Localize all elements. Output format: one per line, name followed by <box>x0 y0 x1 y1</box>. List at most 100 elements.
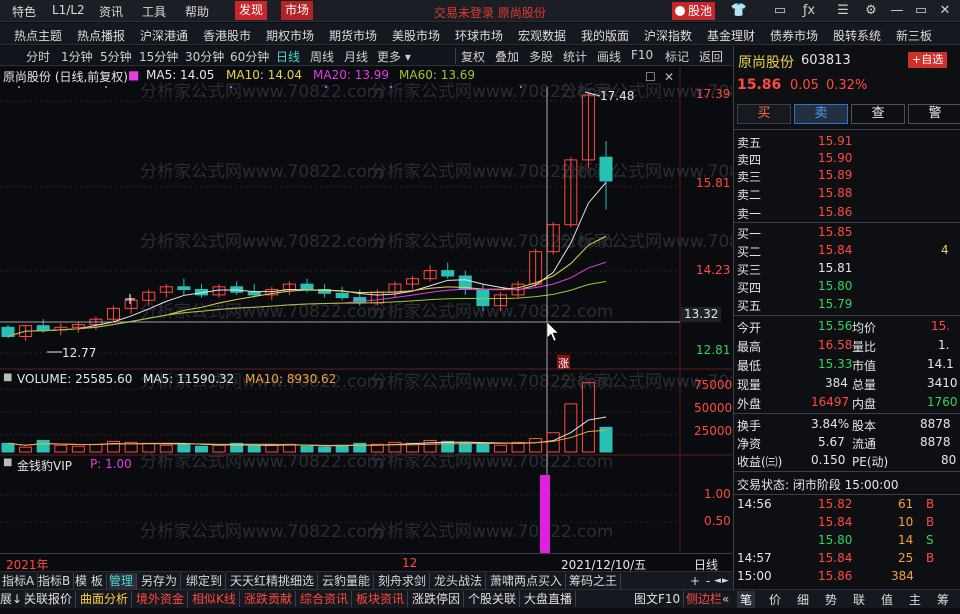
tab-侧边栏[interactable]: 侧边栏« <box>686 591 732 607</box>
zoom-out-button[interactable]: - <box>706 573 713 589</box>
tab-筹码之王[interactable]: 筹码之王 <box>569 573 622 589</box>
formula-icon[interactable]: ƒx <box>800 2 818 20</box>
tool-标记[interactable]: 标记 <box>665 48 689 65</box>
tab-指标B[interactable]: 指标B <box>38 573 75 589</box>
nav-我的版面[interactable]: 我的版面 <box>581 27 629 44</box>
kline-chart-area[interactable]: 分析家公式网www.70822.com 分析家公式网www.70822.com 分析… <box>0 67 732 553</box>
tab-指标A[interactable]: 指标A <box>2 573 39 589</box>
period-60min[interactable]: 60分钟 <box>230 48 269 65</box>
settings-icon[interactable]: ⚙ <box>862 2 880 20</box>
settings-small-icon[interactable]: ■ <box>128 68 139 82</box>
tab-涨跌停因[interactable]: 涨跌停因 <box>412 591 465 607</box>
nav-期货市场[interactable]: 期货市场 <box>329 27 377 44</box>
layout-icon[interactable]: ▭ <box>771 2 789 20</box>
period-周线[interactable]: 周线 <box>310 48 334 65</box>
menu-发现[interactable]: 发现 <box>235 1 268 20</box>
period-15min[interactable]: 15分钟 <box>139 48 178 65</box>
tab-综合资讯[interactable]: 综合资讯 <box>300 591 353 607</box>
period-30min[interactable]: 30分钟 <box>185 48 224 65</box>
nav-沪深港通[interactable]: 沪深港通 <box>140 27 188 44</box>
indicator-settings-icon[interactable]: ■ <box>3 457 12 471</box>
tab-龙头战法[interactable]: 龙头战法 <box>434 573 487 589</box>
tab-细[interactable]: 细 <box>797 591 809 608</box>
period-5min[interactable]: 5分钟 <box>100 48 132 65</box>
tool-多股[interactable]: 多股 <box>529 48 553 65</box>
close-icon[interactable]: ✕ <box>936 2 954 20</box>
alert-button[interactable]: 警 <box>908 104 960 124</box>
skin-icon[interactable]: 👕 <box>730 2 748 20</box>
nav-基金理财[interactable]: 基金理财 <box>707 27 755 44</box>
chart-expand-icon[interactable]: ☐ <box>645 70 656 84</box>
buy-button[interactable]: 买 <box>737 104 791 124</box>
sell-button[interactable]: 卖 <box>794 104 848 124</box>
menu-帮助[interactable]: 帮助 <box>185 3 209 20</box>
tab-涨跌贡献[interactable]: 涨跌贡献 <box>244 591 297 607</box>
period-1min[interactable]: 1分钟 <box>61 48 93 65</box>
tab-管理[interactable]: 管理 <box>109 573 138 589</box>
tab-曲面分析[interactable]: 曲面分析 <box>80 591 133 607</box>
nav-债券市场[interactable]: 债券市场 <box>770 27 818 44</box>
menu-l1-l2[interactable]: L1/L2 <box>52 3 85 17</box>
stock-pool-button[interactable]: 股池 <box>672 2 716 20</box>
minimize-icon[interactable]: — <box>888 2 906 20</box>
tool-统计[interactable]: 统计 <box>563 48 587 65</box>
menu-资讯[interactable]: 资讯 <box>99 3 123 20</box>
nav-热点主题[interactable]: 热点主题 <box>14 27 62 44</box>
tab-刻舟求剑[interactable]: 刻舟求剑 <box>378 573 431 589</box>
period-月线[interactable]: 月线 <box>344 48 368 65</box>
tool-返回[interactable]: 返回 <box>699 48 723 65</box>
add-watchlist-button[interactable]: +自选 <box>908 52 948 68</box>
query-button[interactable]: 查 <box>851 104 905 124</box>
tab-联[interactable]: 联 <box>853 591 865 608</box>
tab-价[interactable]: 价 <box>769 591 781 608</box>
tab-筹[interactable]: 筹 <box>937 591 949 608</box>
zoom-in-button[interactable]: + <box>690 573 703 589</box>
bid5-label: 买五 <box>737 299 762 313</box>
kline-svg[interactable]: 分析家公式网www.70822.com分析家公式网www.70822.com分析… <box>0 67 732 553</box>
nav-美股市场[interactable]: 美股市场 <box>392 27 440 44</box>
tab-板块资讯[interactable]: 板块资讯 <box>356 591 409 607</box>
nav-股转系统[interactable]: 股转系统 <box>833 27 881 44</box>
tab-萧啸两点买入[interactable]: 萧啸两点买入 <box>490 573 567 589</box>
tool-f10[interactable]: F10 <box>631 48 653 62</box>
nav-香港股市[interactable]: 香港股市 <box>203 27 251 44</box>
menu-市场[interactable]: 市场 <box>281 1 314 20</box>
tab-境外资金[interactable]: 境外资金 <box>136 591 189 607</box>
tool-复权[interactable]: 复权 <box>461 48 485 65</box>
nav-宏观数据[interactable]: 宏观数据 <box>518 27 566 44</box>
tool-叠加[interactable]: 叠加 <box>495 48 519 65</box>
tool-画线[interactable]: 画线 <box>597 48 621 65</box>
period-更多[interactable]: 更多 ▾ <box>377 48 411 65</box>
nav-热点播报[interactable]: 热点播报 <box>77 27 125 44</box>
tab-模板[interactable]: 模 板 <box>75 573 107 589</box>
nav-新三板[interactable]: 新三板 <box>896 27 932 44</box>
chart-close-icon[interactable]: ✕ <box>664 70 674 84</box>
tab-关联报价[interactable]: 关联报价 <box>24 591 77 607</box>
tab-主[interactable]: 主 <box>909 591 921 608</box>
nav-沪深指数[interactable]: 沪深指数 <box>644 27 692 44</box>
tab-个股关联[interactable]: 个股关联 <box>468 591 521 607</box>
scroll-right-button[interactable]: ► <box>722 573 732 589</box>
tab-值[interactable]: 值 <box>881 591 893 608</box>
tab-expand[interactable]: 展↓ <box>0 591 27 607</box>
tab-笔[interactable]: 笔 <box>737 591 756 608</box>
nav-期权市场[interactable]: 期权市场 <box>266 27 314 44</box>
tab-图文f10[interactable]: 图文F10 <box>634 591 685 607</box>
tab-大盘直播[interactable]: 大盘直播 <box>524 591 577 607</box>
price-change: 0.05 <box>790 78 819 93</box>
ask4-label: 卖四 <box>737 153 762 167</box>
menu-icon[interactable]: ☰ <box>834 2 852 20</box>
nav-环球市场[interactable]: 环球市场 <box>455 27 503 44</box>
volume-settings-icon[interactable]: ■ <box>3 372 12 386</box>
period-日线[interactable]: 日线 <box>276 48 300 65</box>
menu-工具[interactable]: 工具 <box>142 3 166 20</box>
tab-势[interactable]: 势 <box>825 591 837 608</box>
menu-特色[interactable]: 特色 <box>12 3 36 20</box>
period-分时[interactable]: 分时 <box>26 48 50 65</box>
tab-天天红精挑细选[interactable]: 天天红精挑细选 <box>230 573 319 589</box>
tab-云豹量能[interactable]: 云豹量能 <box>322 573 375 589</box>
tab-绑定到[interactable]: 绑定到 <box>186 573 227 589</box>
tab-另存为[interactable]: 另存为 <box>141 573 182 589</box>
maximize-icon[interactable]: ▭ <box>912 2 930 20</box>
tab-相似k线[interactable]: 相似K线 <box>192 591 240 607</box>
